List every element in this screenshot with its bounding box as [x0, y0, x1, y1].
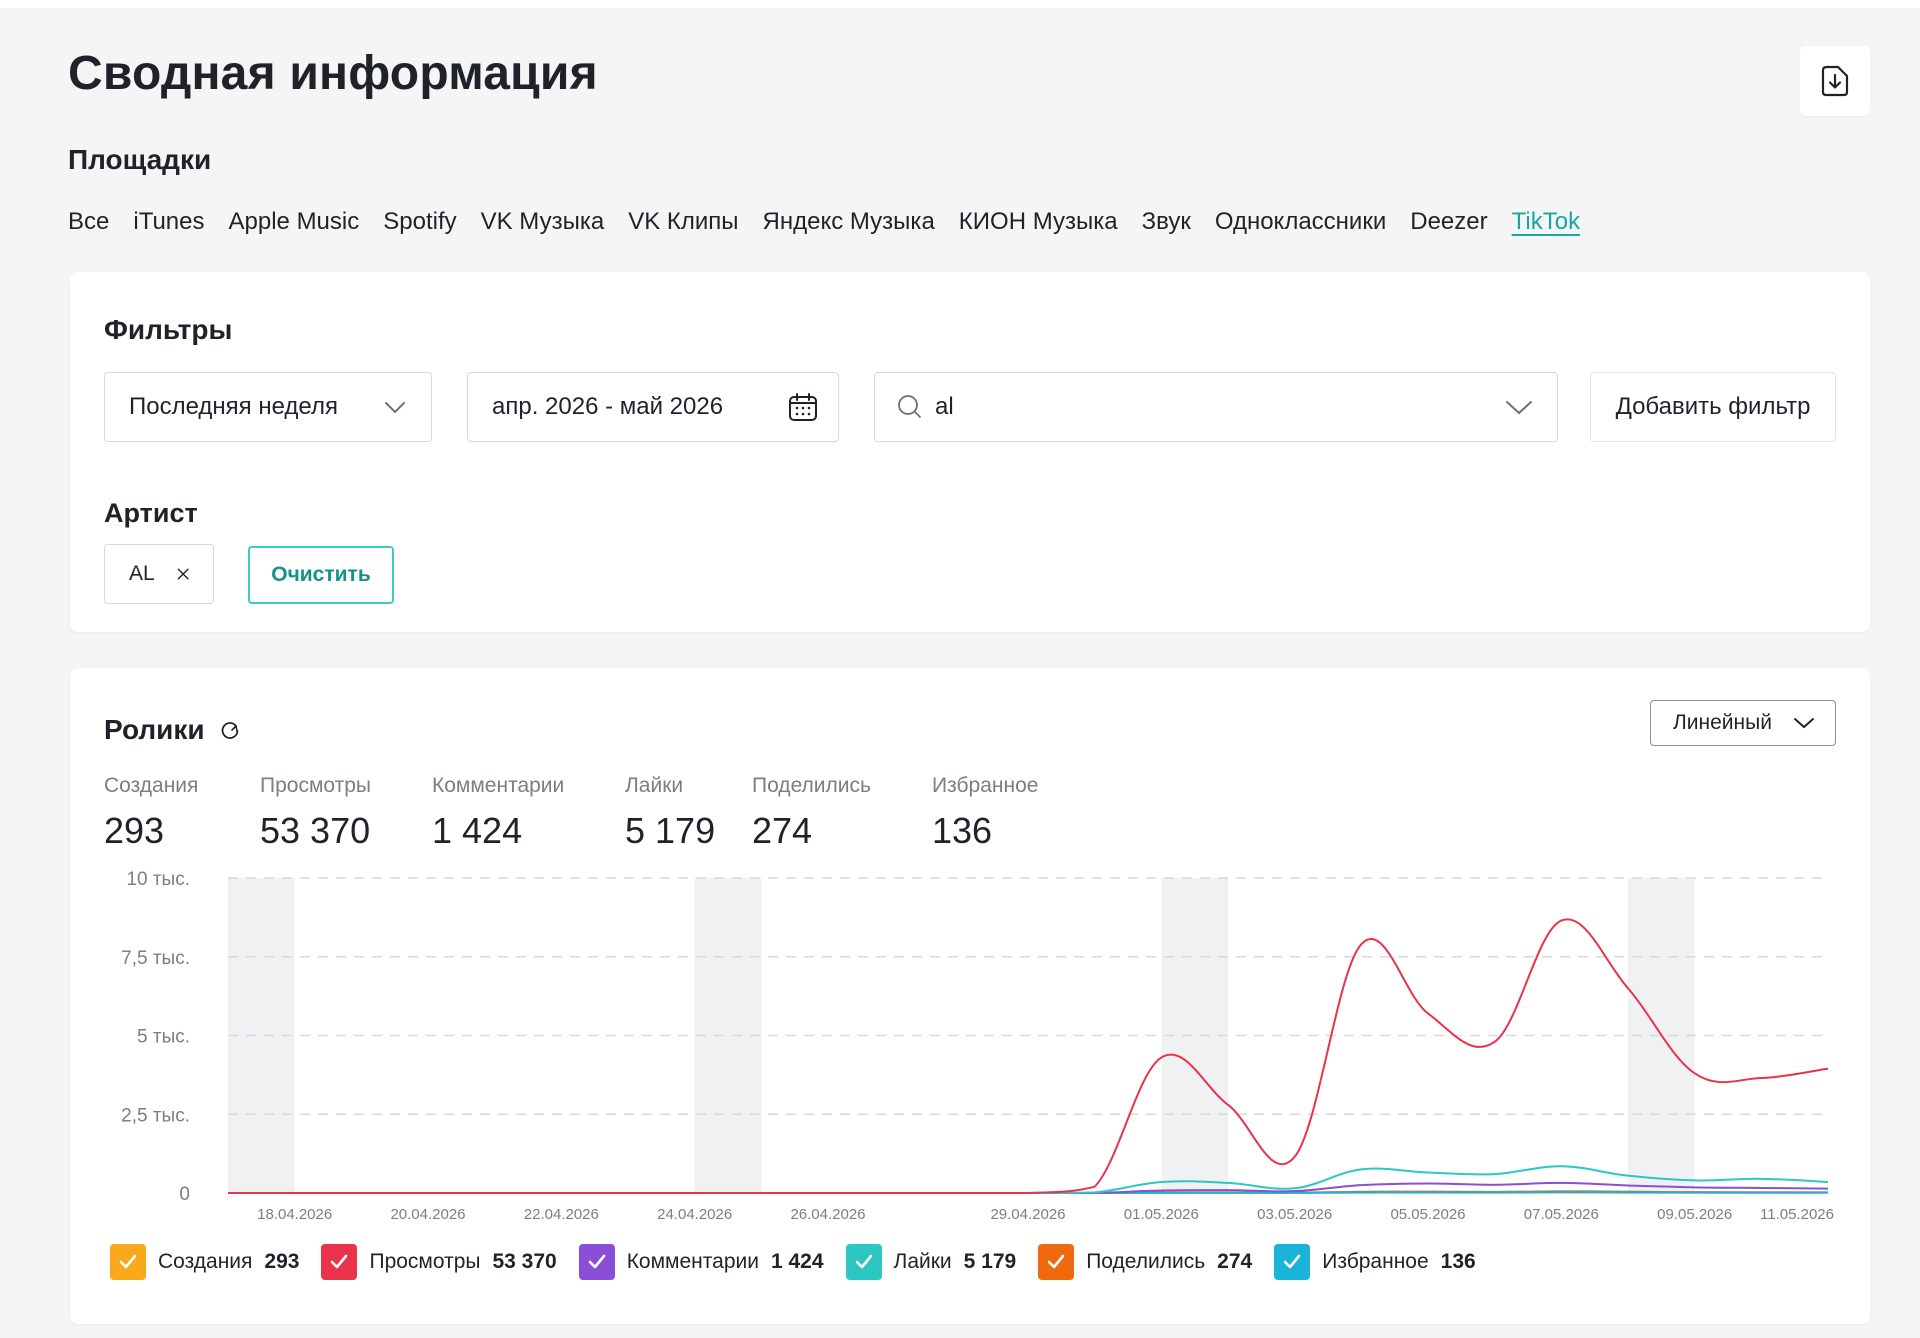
legend-checkbox[interactable] [1038, 1244, 1075, 1280]
legend-value: 5 179 [963, 1250, 1017, 1273]
y-tick-label: 5 тыс. [137, 1027, 190, 1048]
x-tick-label: 29.04.2026 [990, 1206, 1065, 1223]
x-tick-label: 03.05.2026 [1257, 1206, 1332, 1223]
x-tick-label: 18.04.2026 [257, 1206, 332, 1223]
legend-item-favorites[interactable]: Избранное 136 [1274, 1244, 1476, 1280]
legend-checkbox[interactable] [110, 1244, 146, 1280]
legend-checkbox[interactable] [845, 1244, 882, 1280]
legend-item-comments[interactable]: Комментарии 1 424 [578, 1244, 824, 1280]
legend-value: 274 [1217, 1250, 1253, 1273]
legend-item-shares[interactable]: Поделились 274 [1038, 1244, 1252, 1280]
y-tick-label: 2,5 тыс. [121, 1105, 190, 1126]
y-tick-label: 10 тыс. [126, 869, 190, 890]
x-tick-label: 22.04.2026 [524, 1206, 599, 1223]
legend-item-likes[interactable]: Лайки 5 179 [845, 1244, 1017, 1280]
y-tick-label: 7,5 тыс. [121, 948, 190, 969]
videos-line-chart: 0 2,5 тыс. 5 тыс. 7,5 тыс. 10 тыс. 18.04.202… [121, 869, 1834, 1223]
legend-value: 136 [1440, 1250, 1476, 1273]
legend-name: Поделились [1086, 1250, 1206, 1273]
legend-value: 53 370 [492, 1250, 557, 1273]
check-icon [855, 1254, 872, 1269]
x-tick-label: 09.05.2026 [1657, 1206, 1732, 1223]
legend-name: Лайки [893, 1250, 952, 1273]
legend-value: 1 424 [770, 1250, 824, 1273]
x-tick-label: 01.05.2026 [1124, 1206, 1199, 1223]
y-tick-label: 0 [179, 1184, 190, 1205]
x-tick-label: 26.04.2026 [790, 1206, 865, 1223]
x-tick-label: 24.04.2026 [657, 1206, 732, 1223]
series-line [228, 918, 1829, 1195]
legend-name: Комментарии [626, 1250, 759, 1273]
legend-name: Создания [158, 1250, 253, 1273]
series-line [228, 1165, 1829, 1195]
legend-checkbox[interactable] [321, 1244, 358, 1280]
legend-checkbox[interactable] [578, 1244, 615, 1280]
check-icon [1047, 1254, 1065, 1269]
check-icon [119, 1254, 137, 1269]
legend-checkbox[interactable] [1274, 1244, 1311, 1280]
x-tick-label: 11.05.2026 [1760, 1206, 1834, 1223]
legend-name: Просмотры [369, 1250, 481, 1273]
legend-name: Избранное [1322, 1250, 1429, 1273]
x-tick-label: 05.05.2026 [1390, 1206, 1465, 1223]
legend-item-creations[interactable]: Создания 293 [110, 1244, 299, 1280]
legend-value: 293 [264, 1250, 300, 1273]
legend-item-views[interactable]: Просмотры 53 370 [321, 1244, 557, 1280]
check-icon [1283, 1254, 1301, 1269]
x-tick-label: 20.04.2026 [390, 1206, 465, 1223]
x-tick-label: 07.05.2026 [1524, 1206, 1599, 1223]
check-icon [331, 1254, 348, 1269]
check-icon [588, 1254, 606, 1269]
chart-legend: Создания 293 Просмотры 53 370 Комментари… [110, 1244, 1476, 1280]
summary-page: Сводная информация Площадки Все iTunes A… [0, 8, 1920, 1338]
